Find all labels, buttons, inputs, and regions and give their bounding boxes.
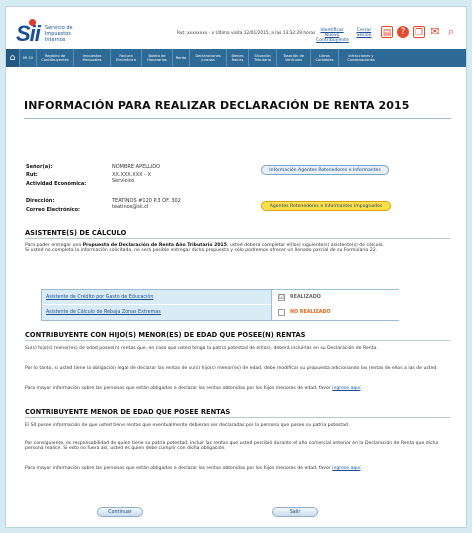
status-realizado: REALIZADO (290, 295, 321, 300)
section-divider (25, 417, 450, 418)
hijos-ingrese-aqui-link[interactable]: ingrese aquí (332, 386, 360, 391)
menor-paragraph-3: Para mayor información sobre las persona… (25, 466, 362, 471)
info-row-direccion: Dirección: TEATINOS #120 P.3 OF. 302 (26, 198, 181, 204)
nav-item-renta[interactable]: Renta (173, 49, 190, 67)
asistente-educacion-link[interactable]: Asistente de Crédito por Gasto de Educac… (46, 295, 153, 300)
info-row-senor: Señor(a): NOMBRE APELLIDO (26, 164, 161, 170)
asistentes-table: Asistente de Crédito por Gasto de Educac… (41, 289, 400, 321)
asistente-zonas-extremas-link[interactable]: Asistente de Cálculo de Rebaja Zonas Ext… (46, 310, 161, 315)
unchecked-checkbox-icon (278, 309, 285, 316)
continue-button[interactable]: Continuar (97, 507, 143, 517)
checked-checkbox-icon: ☑ (278, 294, 285, 301)
nav-item-infracciones[interactable]: Infracciones y Condonaciones (339, 49, 383, 67)
section-heading-menor: CONTRIBUYENTE MENOR DE EDAD QUE POSEE RE… (25, 408, 231, 416)
nav-item-ddjj[interactable]: Declaraciones Juradas (190, 49, 227, 67)
logout-link[interactable]: Cerrar Sesión (356, 28, 372, 38)
nav-item-bienes[interactable]: Bienes Raíces (227, 49, 249, 67)
hijos-paragraph-1: Su(s) hijo(s) menor(es) de edad posee(n)… (25, 346, 378, 351)
section-divider (25, 238, 450, 239)
nav-item-situacion[interactable]: Situación Tributaria (249, 49, 277, 67)
info-agentes-button[interactable]: Información Agentes Retenedores e Inform… (261, 165, 389, 175)
status-cell: NO REALIZADO (271, 305, 400, 320)
menor-paragraph-1: El SII posee información de que usted ti… (25, 423, 350, 428)
exit-button[interactable]: Salir (272, 507, 318, 517)
title-divider (24, 118, 451, 119)
nav-item-libros[interactable]: Libros Contables (311, 49, 339, 67)
section-heading-hijos: CONTRIBUYENTE CON HIJO(S) MENOR(ES) DE E… (25, 331, 306, 339)
main-nav: ⌂ Mi SII Registro de Contribuyentes Impu… (6, 49, 466, 67)
nav-item-factura[interactable]: Factura Electrónica (111, 49, 142, 67)
calendar-icon[interactable]: ▤ (381, 26, 393, 38)
documents-icon[interactable]: ❐ (413, 26, 425, 38)
menor-ingrese-aqui-link[interactable]: ingrese aquí (332, 466, 360, 471)
info-row-actividad: Actividad Económica: Servicios (26, 178, 135, 187)
identify-new-taxpayer-link[interactable]: Identificar Nuevo Contribuyente (316, 28, 349, 43)
section-divider (25, 340, 450, 341)
info-row-rut: Rut: XX.XXX.XXX - X (26, 172, 151, 178)
menor-paragraph-2: Por consiguiente, es responsabilidad de … (25, 441, 439, 452)
status-no-realizado: NO REALIZADO (290, 310, 331, 315)
nav-item-mi-sii[interactable]: Mi SII (20, 49, 37, 67)
table-row: Asistente de Crédito por Gasto de Educac… (42, 290, 400, 305)
chat-icon[interactable]: ✉ (429, 26, 441, 38)
nav-item-impuestos[interactable]: Impuestos Mensuales (74, 49, 111, 67)
sii-logo[interactable]: Sii Servicio de Impuestos Internos (16, 19, 85, 47)
section-heading-asistentes: ASISTENTE(S) DE CÁLCULO (25, 229, 127, 237)
table-row: Asistente de Cálculo de Rebaja Zonas Ext… (42, 305, 400, 320)
info-row-correo: Correo Electrónico: teatinos@sii.cl (26, 204, 149, 213)
site-header: Sii Servicio de Impuestos Internos Rut: … (6, 7, 466, 49)
logo-text: Sii (16, 21, 41, 46)
asistentes-paragraph: Para poder entregar una Propuesta de Dec… (25, 243, 385, 254)
header-toolbar: ▤ ? ❐ ✉ ⌕ (381, 26, 457, 38)
search-icon[interactable]: ⌕ (445, 26, 457, 38)
home-icon[interactable]: ⌂ (6, 49, 20, 67)
logo-org-name: Servicio de Impuestos Internos (44, 25, 73, 43)
agentes-impugnados-button[interactable]: Agentes Retenedores e Informantes Impugn… (261, 201, 391, 211)
rut-last-visit: Rut: xxxxxxxx - x Última visita 12/01/20… (177, 31, 316, 36)
nav-item-tasacion[interactable]: Tasación de Vehículos (277, 49, 311, 67)
hijos-paragraph-3: Para mayor información sobre las persona… (25, 386, 362, 391)
nav-item-registro[interactable]: Registro de Contribuyentes (37, 49, 74, 67)
hijos-paragraph-2: Por lo tanto, si usted tiene la obligaci… (25, 366, 438, 371)
logo-dot (29, 19, 36, 26)
page-frame: Sii Servicio de Impuestos Internos Rut: … (5, 6, 467, 528)
nav-item-boleta[interactable]: Boleta de Honorarios (142, 49, 173, 67)
status-cell: ☑ REALIZADO (271, 290, 400, 305)
page-title: INFORMACIÓN PARA REALIZAR DECLARACIÓN DE… (24, 99, 410, 112)
help-icon[interactable]: ? (397, 26, 409, 38)
